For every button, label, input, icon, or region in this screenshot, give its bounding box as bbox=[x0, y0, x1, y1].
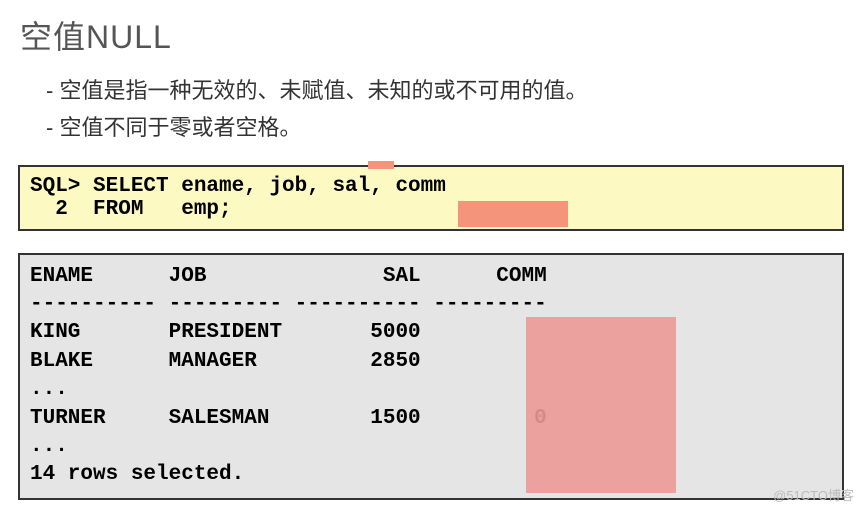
output-row: TURNER SALESMAN 1500 0 bbox=[30, 405, 832, 433]
sql-line-1: SQL> SELECT ename, job, sal, comm bbox=[30, 175, 832, 198]
output-row: ... bbox=[30, 433, 832, 461]
output-row: KING PRESIDENT 5000 bbox=[30, 319, 832, 347]
highlight-tab bbox=[368, 161, 394, 169]
bullet-item: 空值不同于零或者空格。 bbox=[46, 109, 844, 146]
sql-highlight-comm bbox=[458, 201, 568, 227]
bullet-item: 空值是指一种无效的、未赋值、未知的或不可用的值。 bbox=[46, 72, 844, 109]
watermark: @51CTO博客 bbox=[773, 485, 854, 504]
page-title: 空值NULL bbox=[20, 12, 844, 58]
output-row: BLAKE MANAGER 2850 bbox=[30, 348, 832, 376]
output-highlight-comm-column bbox=[526, 317, 676, 493]
bullet-list: 空值是指一种无效的、未赋值、未知的或不可用的值。 空值不同于零或者空格。 bbox=[46, 72, 844, 147]
output-separator: ---------- --------- ---------- --------… bbox=[30, 291, 832, 319]
output-footer: 14 rows selected. bbox=[30, 461, 832, 489]
output-row: ... bbox=[30, 376, 832, 404]
sql-output-block: ENAME JOB SAL COMM ---------- --------- … bbox=[18, 253, 844, 500]
sql-code-block: SQL> SELECT ename, job, sal, comm 2 FROM… bbox=[18, 165, 844, 231]
output-header: ENAME JOB SAL COMM bbox=[30, 263, 832, 291]
sql-line-2: 2 FROM emp; bbox=[30, 198, 832, 221]
